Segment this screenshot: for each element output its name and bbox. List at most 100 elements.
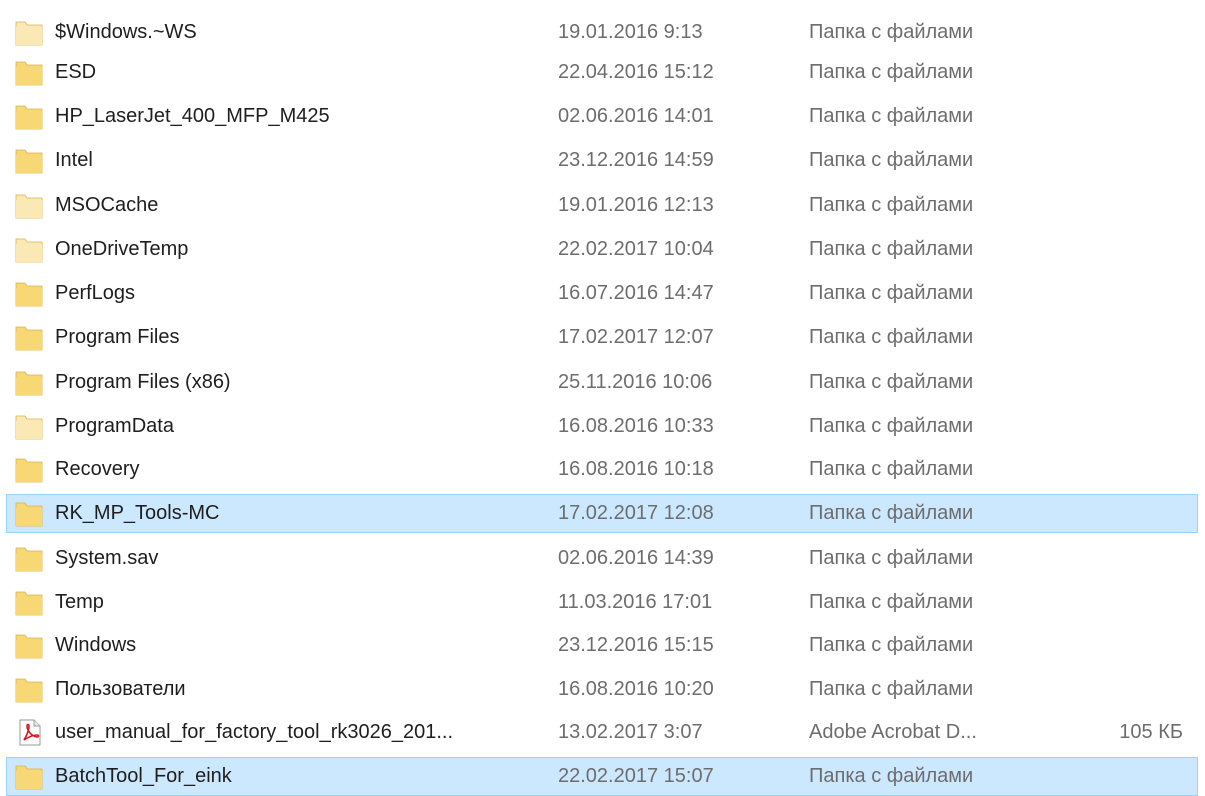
date-modified: 16.08.2016 10:20 [558,678,714,700]
name-cell: HP_LaserJet_400_MFP_M425 [15,98,545,135]
file-row-12[interactable]: System.sav 02.06.2016 14:39 Папка с файл… [6,539,1198,578]
file-row-13[interactable]: Temp 11.03.2016 17:01 Папка с файлами [6,583,1198,622]
date-modified: 25.11.2016 10:06 [558,371,713,393]
name-cell: $Windows.~WS [15,14,545,51]
file-row-5[interactable]: OneDriveTemp 22.02.2017 10:04 Папка с фа… [6,230,1198,269]
folder-hidden-icon [15,19,43,46]
pdf-file-icon [15,719,43,746]
file-row-14[interactable]: Windows 23.12.2016 15:15 Папка с файлами [6,626,1198,665]
name-cell: ProgramData [15,408,545,445]
folder-icon [15,280,43,307]
name-cell: ESD [15,54,545,91]
folder-hidden-icon [15,192,43,219]
name-cell: Program Files [15,319,545,356]
file-type: Папка с файлами [809,634,974,656]
file-name: Пользователи [55,678,186,700]
file-name: $Windows.~WS [55,21,197,43]
folder-icon [15,676,43,703]
file-name: user_manual_for_factory_tool_rk3026_201.… [55,721,454,743]
folder-icon [15,147,43,174]
folder-icon [15,763,43,790]
file-name: BatchTool_For_eink [55,765,232,787]
date-modified: 16.08.2016 10:18 [558,458,714,480]
file-name: Program Files (x86) [55,371,231,393]
file-type: Папка с файлами [809,149,974,171]
folder-icon [15,545,43,572]
file-list: $Windows.~WS 19.01.2016 9:13 Папка с фай… [0,0,1205,796]
file-row-16[interactable]: user_manual_for_factory_tool_rk3026_201.… [6,713,1198,752]
folder-icon [15,103,43,130]
file-type: Папка с файлами [809,765,974,787]
date-modified: 19.01.2016 12:13 [558,194,714,216]
folder-icon [15,589,43,616]
name-cell: OneDriveTemp [15,231,545,268]
file-name: System.sav [55,547,159,569]
file-type: Папка с файлами [809,371,974,393]
file-row-17[interactable]: BatchTool_For_eink 22.02.2017 15:07 Папк… [6,757,1198,796]
file-name: RK_MP_Tools-MC [55,502,220,524]
file-row-1[interactable]: ESD 22.04.2016 15:12 Папка с файлами [6,53,1198,92]
date-modified: 16.07.2016 14:47 [558,282,714,304]
date-modified: 23.12.2016 15:15 [558,634,714,656]
file-name: HP_LaserJet_400_MFP_M425 [55,105,330,127]
file-row-0[interactable]: $Windows.~WS 19.01.2016 9:13 Папка с фай… [6,13,1198,52]
file-type: Папка с файлами [809,238,974,260]
file-type: Папка с файлами [809,326,974,348]
date-modified: 16.08.2016 10:33 [558,415,714,437]
date-modified: 11.03.2016 17:01 [558,591,713,613]
file-row-9[interactable]: ProgramData 16.08.2016 10:33 Папка с фай… [6,407,1198,446]
file-name: Temp [55,591,104,613]
folder-icon [15,500,43,527]
folder-icon [15,369,43,396]
folder-hidden-icon [15,413,43,440]
name-cell: BatchTool_For_eink [15,758,545,795]
date-modified: 19.01.2016 9:13 [558,21,703,43]
file-type: Папка с файлами [809,282,974,304]
name-cell: Program Files (x86) [15,364,545,401]
name-cell: MSOCache [15,187,545,224]
date-modified: 17.02.2017 12:08 [558,502,714,524]
folder-icon [15,632,43,659]
file-row-7[interactable]: Program Files 17.02.2017 12:07 Папка с ф… [6,318,1198,357]
file-row-3[interactable]: Intel 23.12.2016 14:59 Папка с файлами [6,141,1198,180]
name-cell: Temp [15,584,545,621]
file-type: Папка с файлами [809,21,974,43]
date-modified: 02.06.2016 14:39 [558,547,714,569]
name-cell: RK_MP_Tools-MC [15,495,545,532]
date-modified: 22.02.2017 10:04 [558,238,714,260]
file-name: MSOCache [55,194,159,216]
date-modified: 22.02.2017 15:07 [558,765,714,787]
file-name: Recovery [55,458,140,480]
file-name: Windows [55,634,137,656]
file-type: Папка с файлами [809,591,974,613]
folder-icon [15,324,43,351]
file-type: Папка с файлами [809,61,974,83]
file-row-8[interactable]: Program Files (x86) 25.11.2016 10:06 Пап… [6,363,1198,402]
date-modified: 22.04.2016 15:12 [558,61,714,83]
file-name: ESD [55,61,97,83]
file-name: PerfLogs [55,282,136,304]
file-row-6[interactable]: PerfLogs 16.07.2016 14:47 Папка с файлам… [6,274,1198,313]
file-type: Папка с файлами [809,458,974,480]
name-cell: Recovery [15,451,545,488]
date-modified: 13.02.2017 3:07 [558,721,703,743]
file-type: Папка с файлами [809,502,974,524]
file-name: OneDriveTemp [55,238,189,260]
folder-icon [15,59,43,86]
file-row-4[interactable]: MSOCache 19.01.2016 12:13 Папка с файлам… [6,186,1198,225]
file-type: Папка с файлами [809,678,974,700]
file-row-11[interactable]: RK_MP_Tools-MC 17.02.2017 12:08 Папка с … [6,494,1198,533]
file-row-2[interactable]: HP_LaserJet_400_MFP_M425 02.06.2016 14:0… [6,97,1198,136]
folder-hidden-icon [15,236,43,263]
name-cell: PerfLogs [15,275,545,312]
file-type: Папка с файлами [809,105,974,127]
date-modified: 02.06.2016 14:01 [558,105,714,127]
file-type: Папка с файлами [809,415,974,437]
file-type: Папка с файлами [809,547,974,569]
file-row-10[interactable]: Recovery 16.08.2016 10:18 Папка с файлам… [6,450,1198,489]
file-name: Intel [55,149,93,171]
date-modified: 17.02.2017 12:07 [558,326,714,348]
date-modified: 23.12.2016 14:59 [558,149,714,171]
folder-icon [15,456,43,483]
file-row-15[interactable]: Пользователи 16.08.2016 10:20 Папка с фа… [6,670,1198,709]
